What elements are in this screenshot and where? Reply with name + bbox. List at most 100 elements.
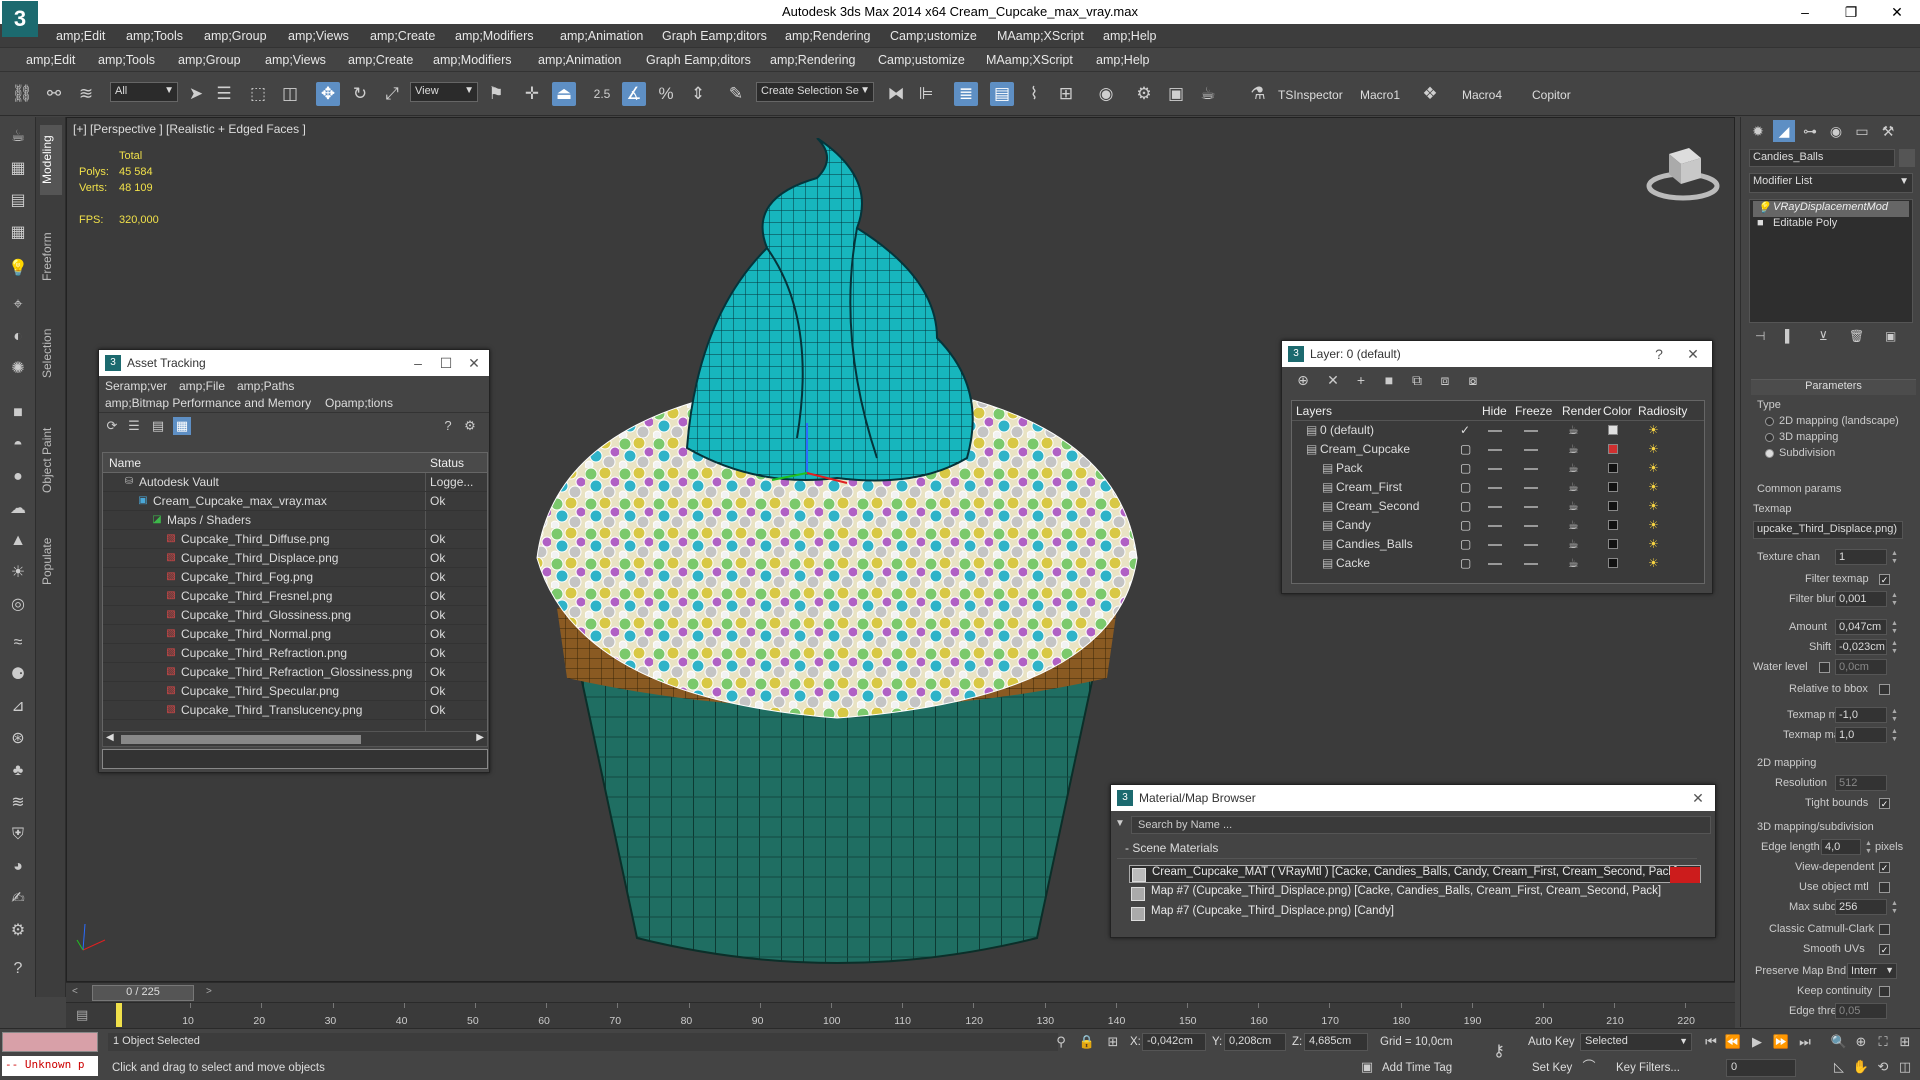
water-level-field[interactable]: 0,0cm [1835,659,1887,675]
table-row[interactable]: ▧ Cupcake_Third_Displace.png Ok [103,549,487,568]
render-setup-icon[interactable]: ⚙ [1132,82,1156,106]
minimize-button[interactable]: – [1782,0,1828,24]
planet-icon[interactable]: ◎ [6,593,30,617]
preserve-map-dropdown[interactable]: Interr ▼ [1847,963,1897,979]
spinner-icon[interactable]: ▲ ▼ [1891,620,1899,636]
radiosity-icon[interactable]: ☀ [1648,480,1659,494]
menu-server[interactable]: Seramp;ver [105,379,167,393]
globe-icon[interactable]: ⊛ [6,727,30,751]
menu2-graph-editors[interactable]: Graph Eamp;ditors [646,53,751,67]
modifier-stack-item[interactable]: 💡 VRayDisplacementMod [1753,201,1909,217]
ref-coord-dropdown[interactable]: View ▼ [410,82,478,102]
layer-name[interactable]: 0 (default) [1320,423,1374,437]
texture-chan-field[interactable]: 1 [1835,549,1887,565]
utilities-tab-icon[interactable]: ⚒ [1877,120,1899,142]
layer-color-swatch[interactable] [1608,539,1618,549]
transform-mode-icon[interactable]: ⊞ [1104,1033,1122,1051]
macro4-icon[interactable]: ❖ [1418,82,1442,106]
layer-row[interactable]: ▤ Cacke ▢ ☕ ☀ [1292,554,1704,573]
scrollbar-thumb[interactable] [121,735,361,744]
smooth-uvs-checkbox[interactable]: ✓ [1879,944,1890,955]
layer-row[interactable]: ▤ Candies_Balls ▢ ☕ ☀ [1292,535,1704,554]
freeze-toggle[interactable] [1524,544,1538,546]
layer-color-swatch[interactable] [1608,425,1618,435]
classic-catmull-checkbox[interactable] [1879,924,1890,935]
radiosity-icon[interactable]: ☀ [1648,537,1659,551]
link-icon[interactable]: ⛓ [10,82,34,106]
snap-toggle-icon[interactable]: 2.5 [590,82,614,106]
spinner-icon[interactable]: ▲ ▼ [1891,640,1899,656]
add-to-layer-icon[interactable]: + [1352,372,1370,390]
menu-graph-editors[interactable]: Graph Eamp;ditors [662,29,767,43]
tight-bounds-checkbox[interactable]: ✓ [1879,798,1890,809]
selection-filter-dropdown[interactable]: All ▼ [110,82,178,102]
radiosity-icon[interactable]: ☀ [1648,442,1659,456]
edge-length-field[interactable]: 4,0 [1821,839,1861,855]
amount-field[interactable]: 0,047cm [1835,619,1887,635]
script-copitor[interactable]: Copitor [1532,88,1571,102]
layer-color-swatch[interactable] [1608,463,1618,473]
dome-icon[interactable]: ◓ [6,433,30,457]
app-logo-icon[interactable]: 3 [2,1,38,37]
radiosity-icon[interactable]: ☀ [1648,423,1659,437]
close-button[interactable]: ✕ [1685,785,1711,811]
water-level-checkbox[interactable] [1819,662,1830,673]
list-view-icon[interactable]: ☰ [125,417,143,435]
highlight-layer-icon[interactable]: ⧉ [1408,372,1426,390]
hide-toggle[interactable] [1488,525,1502,527]
layer-row[interactable]: ▤ 0 (default) ✓ ☕ ☀ [1292,421,1704,440]
teapot-icon[interactable]: ☕ [1568,461,1579,475]
browser-options-icon[interactable]: ▼ [1115,818,1125,829]
set-current-box-icon[interactable]: ▢ [1460,442,1471,456]
create-layer-icon[interactable]: ⊕ [1294,372,1312,390]
layer-name[interactable]: Cacke [1336,556,1370,570]
material-editor-icon[interactable]: ◉ [1094,82,1118,106]
menu-create[interactable]: amp;Create [370,29,435,43]
render-frame-icon[interactable]: ▦ [6,157,30,181]
menu-group[interactable]: amp;Group [204,29,267,43]
configure-sets-icon[interactable]: ▣ [1885,329,1896,343]
use-object-mtl-checkbox[interactable] [1879,882,1890,893]
curve-editor-icon[interactable]: ⌇ [1022,82,1046,106]
zoom-icon[interactable]: 🔍 [1830,1033,1848,1051]
zoom-extents-icon[interactable]: ⛶ [1874,1033,1892,1051]
shift-field[interactable]: -0,023cm [1835,639,1887,655]
render-production-icon[interactable]: ☕ [1196,82,1220,106]
modifier-stack-item[interactable]: ■ Editable Poly [1753,217,1909,233]
layer-name[interactable]: Cream_First [1336,480,1402,494]
z-coordinate-field[interactable]: 4,685cm [1304,1033,1368,1051]
sphere-icon[interactable]: ● [6,465,30,489]
table-row[interactable]: ▧ Cupcake_Third_Diffuse.png Ok [103,530,487,549]
hide-toggle[interactable] [1488,430,1502,432]
column-hide[interactable]: Hide [1482,404,1507,418]
column-freeze[interactable]: Freeze [1515,404,1552,418]
teapot-icon[interactable]: ☕ [1568,556,1579,570]
layer-row[interactable]: ▤ Pack ▢ ☕ ☀ [1292,459,1704,478]
layer-name[interactable]: Cream_Second [1336,499,1419,513]
tab-object-paint[interactable]: Object Paint [40,415,62,505]
texmap-min-field[interactable]: -1,0 [1835,707,1887,723]
layer-row[interactable]: ▤ Candy ▢ ☕ ☀ [1292,516,1704,535]
material-item[interactable]: Cream_Cupcake_MAT ( VRayMtl ) [Cacke, Ca… [1129,865,1701,883]
orbit-icon[interactable]: ⟲ [1874,1058,1892,1076]
teapot-icon[interactable]: ☕ [1568,442,1579,456]
angle-snap-icon[interactable]: ∡ [622,82,646,106]
named-selection-sets-dropdown[interactable]: Create Selection Se ▼ [756,82,874,102]
column-status-header[interactable]: Status [430,456,464,470]
resolution-field[interactable]: 512 [1835,775,1887,791]
radio-2d-mapping[interactable] [1765,417,1774,426]
key-filters-button[interactable]: Key Filters... [1616,1062,1680,1074]
menu-file[interactable]: amp;File [179,379,225,393]
zoom-all-icon[interactable]: ⊕ [1852,1033,1870,1051]
menu-modifiers[interactable]: amp;Modifiers [455,29,534,43]
unlink-icon[interactable]: ⚯ [42,82,66,106]
isolate-icon[interactable]: ⚲ [1052,1033,1070,1051]
restore-button[interactable]: ❐ [1828,0,1874,24]
y-coordinate-field[interactable]: 0,208cm [1224,1033,1286,1051]
grid-view-icon[interactable]: ▦ [173,417,191,435]
freeze-toggle[interactable] [1524,487,1538,489]
edge-thresh-field[interactable]: 0,05 [1835,1003,1887,1019]
particles-icon[interactable]: ✺ [6,357,30,381]
track-bar[interactable]: ▤ 10 20 30 40 50 60 70 80 90 100 110 120 130 140 150 16… [66,1002,1735,1028]
set-current-box-icon[interactable]: ▢ [1460,518,1471,532]
